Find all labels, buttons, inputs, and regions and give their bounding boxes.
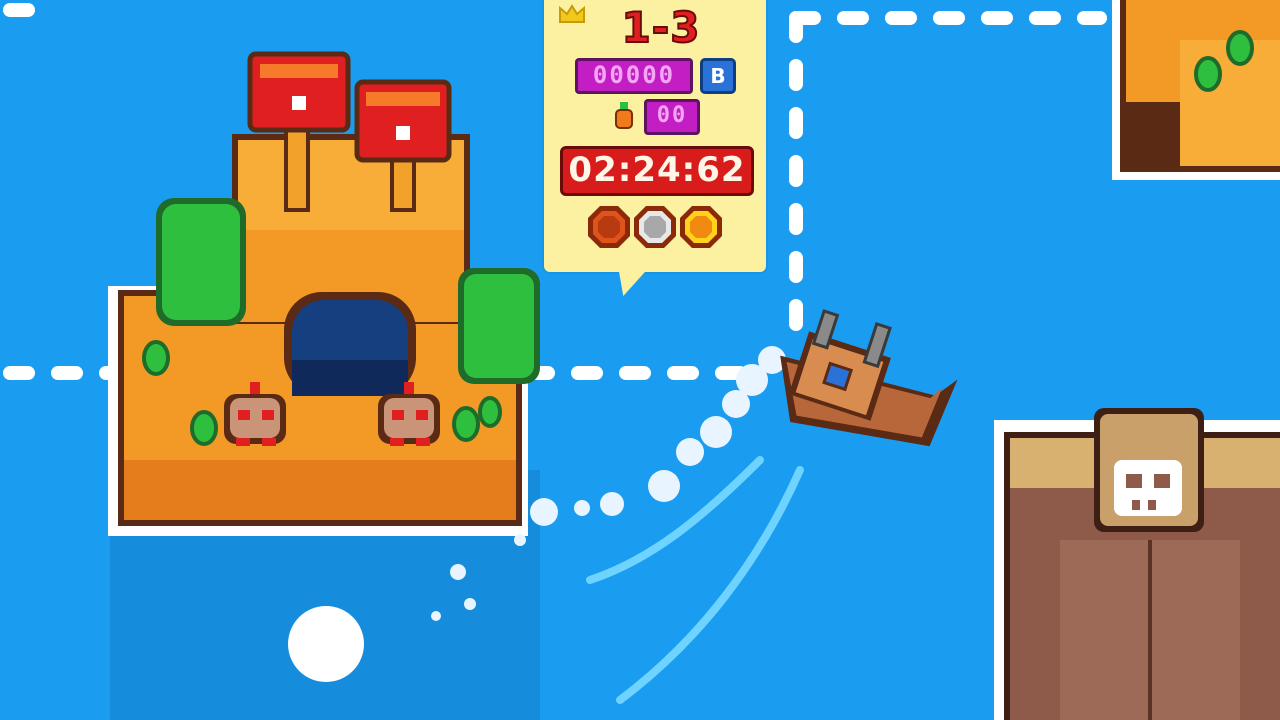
- collectibles-counter: 00000: [575, 58, 693, 94]
- skull-icon: [1114, 460, 1182, 516]
- game-scene: 1-3 00000 B 00 02:24:62: [0, 0, 1280, 720]
- bronze-medal-icon: [588, 206, 630, 248]
- fruit-counter: 00: [644, 99, 700, 135]
- crown-icon: [559, 4, 585, 23]
- silver-medal-icon: [634, 206, 676, 248]
- best-time: 02:24:62: [560, 146, 754, 196]
- bush: [156, 198, 246, 326]
- level-info-panel: 1-3 00000 B 00 02:24:62: [544, 0, 766, 296]
- pirate-fortress: [994, 408, 1280, 720]
- gold-medal-icon: [680, 206, 722, 248]
- level-number: 1-3: [621, 2, 701, 53]
- rank-badge: B: [700, 58, 736, 94]
- bush: [458, 268, 540, 384]
- virtual-joystick-knob[interactable]: [288, 606, 364, 682]
- carrot-icon: [615, 102, 633, 129]
